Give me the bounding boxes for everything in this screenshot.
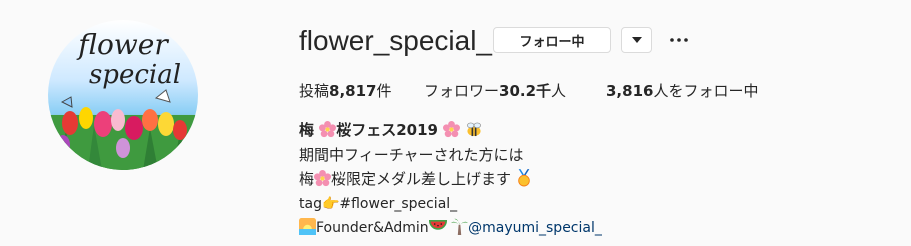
cherry-blossom-icon xyxy=(314,170,332,187)
profile-header: flower_special_ xyxy=(299,24,492,58)
profile-avatar[interactable]: flower special xyxy=(48,20,198,170)
watermelon-icon xyxy=(428,219,447,230)
followers-unit: 人 xyxy=(551,82,567,100)
cherry-blossom-icon xyxy=(443,121,461,138)
following-button[interactable]: フォロー中 xyxy=(493,27,611,53)
followers-count: 30.2千 xyxy=(499,82,552,100)
posts-label: 投稿 xyxy=(299,82,330,100)
followers-label: フォロワー xyxy=(424,82,500,100)
following-label: 人をフォロー中 xyxy=(653,82,759,100)
avatar-text-line2: special xyxy=(88,60,182,90)
bio-line-1: 期間中フィーチャーされた方には xyxy=(299,145,524,164)
bio-tag-line: tag👉#flower_special_ xyxy=(299,195,458,212)
profile-full-name: 梅 桜フェス2019 xyxy=(299,118,602,143)
bio-founder-line: Founder&Admin @mayumi_special_ xyxy=(299,216,602,241)
medal-icon xyxy=(518,169,530,187)
avatar-text-line1: flower xyxy=(78,28,168,61)
sunrise-icon xyxy=(299,218,316,235)
admin-handle-link[interactable]: @mayumi_special_ xyxy=(468,220,602,236)
palm-tree-icon xyxy=(451,218,469,235)
bee-icon xyxy=(467,122,482,137)
following-stat[interactable]: 3,816人をフォロー中 xyxy=(606,80,758,101)
bio-line-2: 梅 桜限定メダル差し上げます xyxy=(299,167,602,192)
name-text-1: 梅 xyxy=(299,121,315,139)
name-text-2: 桜フェス2019 xyxy=(336,121,438,139)
avatar-brand-text: flower special xyxy=(48,28,198,91)
bio-line-2-text-2: 桜限定メダル差し上げます xyxy=(331,170,512,188)
more-options-icon[interactable] xyxy=(668,27,690,53)
cherry-blossom-icon xyxy=(319,121,337,138)
bio: 梅 桜フェス2019 期間中フィーチャーされた方には 梅 桜限定メダル差し上げま… xyxy=(299,118,602,241)
posts-stat: 投稿8,817件 xyxy=(299,80,391,101)
dropdown-button[interactable] xyxy=(621,27,652,53)
followers-stat[interactable]: フォロワー30.2千人 xyxy=(424,80,566,101)
following-count: 3,816 xyxy=(606,82,654,100)
username: flower_special_ xyxy=(299,25,492,56)
founder-text: Founder&Admin xyxy=(316,220,429,236)
caret-down-icon xyxy=(631,37,642,43)
posts-unit: 件 xyxy=(376,82,392,100)
posts-count: 8,817 xyxy=(329,82,377,100)
bio-line-2-text-1: 梅 xyxy=(299,170,315,188)
